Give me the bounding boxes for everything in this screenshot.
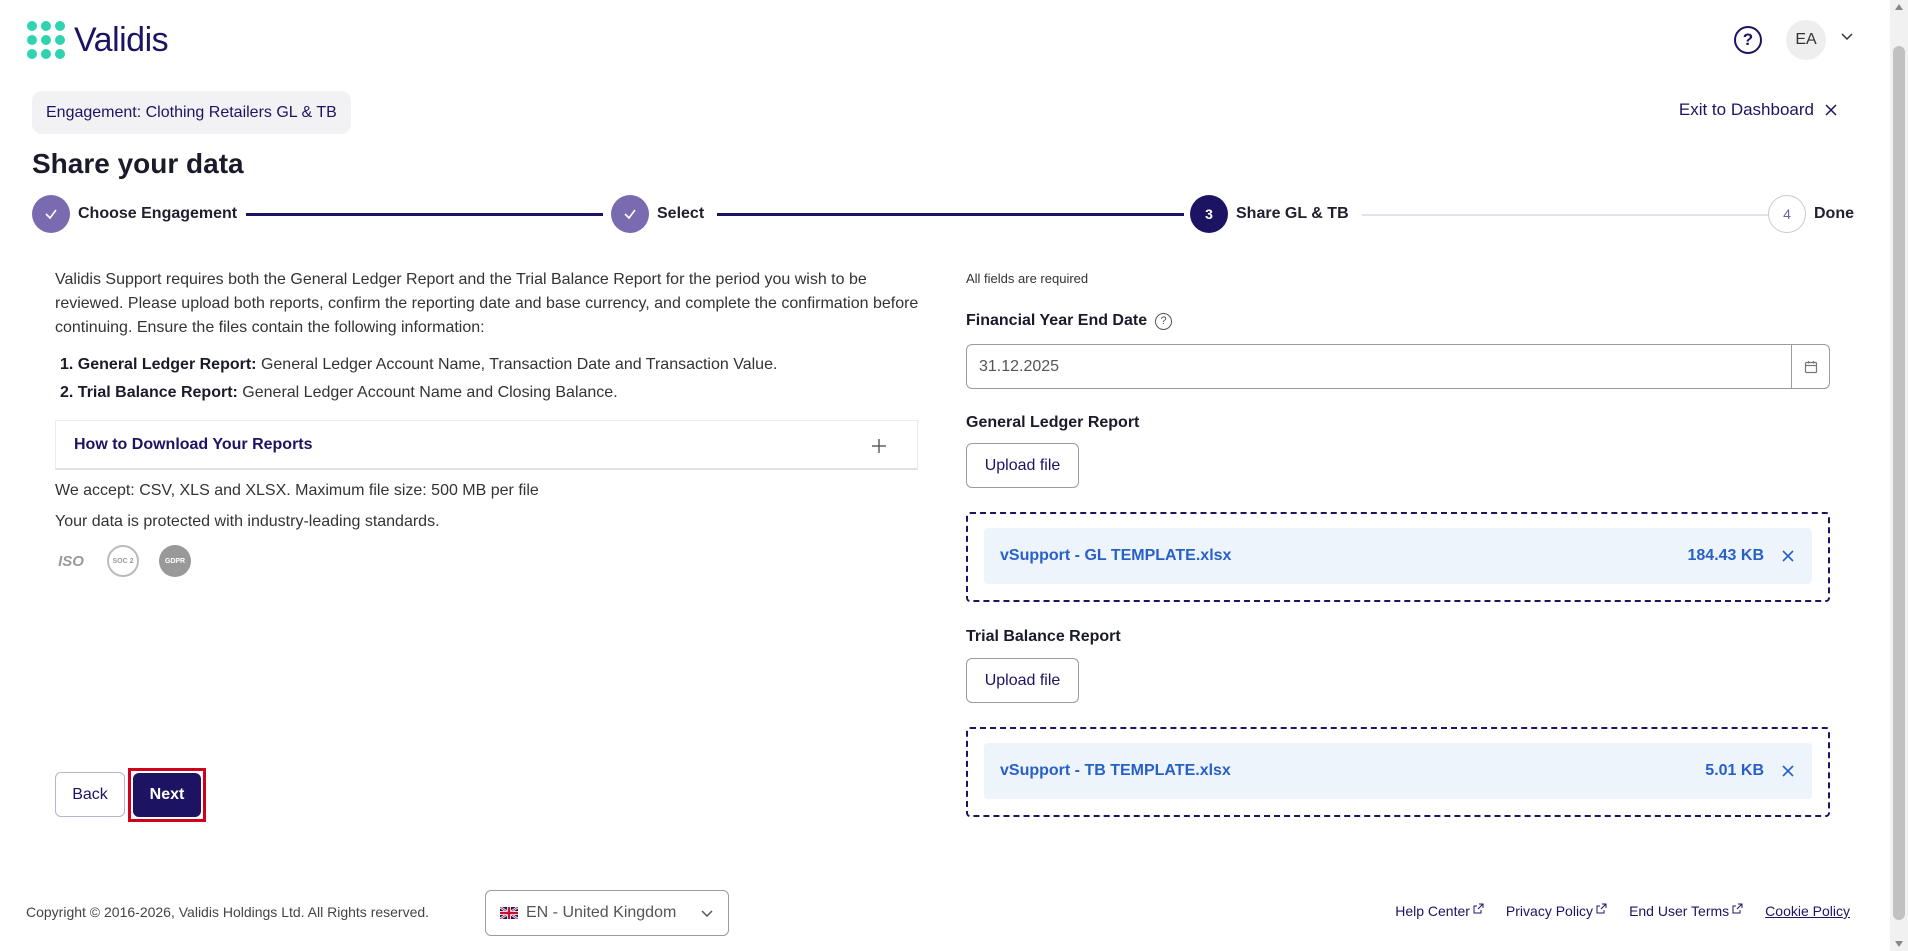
chevron-down-icon[interactable]	[1840, 30, 1854, 44]
plus-icon	[872, 439, 886, 453]
list-item: 1. General Ledger Report: General Ledger…	[60, 356, 777, 374]
privacy-policy-link[interactable]: Privacy Policy	[1506, 903, 1607, 919]
scroll-up-arrow-icon[interactable]	[1895, 4, 1903, 10]
tb-drop-zone[interactable]: vSupport - TB TEMPLATE.xlsx 5.01 KB	[966, 727, 1830, 817]
exit-label: Exit to Dashboard	[1678, 100, 1814, 119]
item-title: Trial Balance Report:	[77, 384, 238, 401]
language-select[interactable]: EN - United Kingdom	[485, 890, 729, 936]
exit-to-dashboard-link[interactable]: Exit to Dashboard	[1679, 100, 1838, 120]
fye-date-input[interactable]	[967, 345, 1791, 388]
question-circle-icon: ?	[1742, 30, 1754, 49]
end-user-terms-link[interactable]: End User Terms	[1629, 903, 1743, 919]
brand-name: Validis	[74, 20, 169, 59]
scroll-thumb[interactable]	[1893, 46, 1905, 920]
iso-badge-icon: ISO	[58, 552, 84, 570]
close-icon	[1825, 104, 1837, 116]
top-bar: Validis ? EA	[0, 0, 1890, 80]
calendar-button[interactable]	[1791, 345, 1829, 388]
help-button[interactable]: ?	[1734, 26, 1762, 54]
next-button[interactable]: Next	[133, 773, 201, 817]
download-reports-accordion[interactable]: How to Download Your Reports	[55, 420, 918, 470]
item-title: General Ledger Report:	[77, 356, 257, 373]
step-label: Select	[657, 205, 705, 222]
remove-file-icon[interactable]	[1780, 548, 1796, 564]
soc2-badge-icon: SOC 2	[107, 545, 139, 577]
item-prefix: 1.	[60, 356, 74, 373]
page-title: Share your data	[32, 148, 244, 179]
fye-date-field[interactable]	[966, 344, 1830, 389]
remove-file-icon[interactable]	[1780, 763, 1796, 779]
step-done: 4 Done	[1768, 195, 1854, 233]
help-center-link[interactable]: Help Center	[1395, 903, 1484, 919]
step-number: 4	[1768, 195, 1806, 233]
page-scrollbar[interactable]	[1890, 0, 1908, 951]
fye-label: Financial Year End Date ?	[966, 312, 1173, 330]
requirements-list: 1. General Ledger Report: General Ledger…	[60, 356, 777, 412]
external-link-icon	[1596, 903, 1607, 914]
gl-drop-zone[interactable]: vSupport - GL TEMPLATE.xlsx 184.43 KB	[966, 512, 1830, 602]
copyright-text: Copyright © 2016-2026, Validis Holdings …	[26, 904, 430, 920]
progress-stepper: Choose Engagement Select 3 Share GL & TB…	[32, 195, 1856, 233]
step-number: 3	[1190, 195, 1228, 233]
external-link-icon	[1732, 903, 1743, 914]
gl-upload-button[interactable]: Upload file	[966, 443, 1079, 488]
step-connector-3	[1362, 214, 1786, 216]
item-prefix: 2.	[60, 384, 74, 401]
footer-links: Help Center Privacy Policy End User Term…	[1395, 903, 1850, 919]
data-protection-text: Your data is protected with industry-lea…	[55, 513, 440, 530]
validis-logo-mark-icon	[27, 21, 65, 59]
question-circle-icon[interactable]: ?	[1155, 312, 1173, 330]
chevron-down-icon	[701, 910, 713, 918]
accepted-formats-text: We accept: CSV, XLS and XLSX. Maximum fi…	[55, 482, 539, 499]
check-icon	[611, 195, 649, 233]
link-label: Help Center	[1395, 903, 1470, 919]
file-name[interactable]: vSupport - TB TEMPLATE.xlsx	[1000, 762, 1705, 780]
language-value: EN - United Kingdom	[526, 904, 677, 921]
item-text: General Ledger Account Name, Transaction…	[260, 356, 778, 373]
link-label: End User Terms	[1629, 903, 1730, 919]
scroll-down-arrow-icon[interactable]	[1895, 941, 1903, 947]
certification-badges: ISO SOC 2 GDPR	[55, 545, 191, 577]
step-choose-engagement: Choose Engagement	[32, 195, 237, 233]
calendar-icon	[1804, 360, 1817, 373]
fye-label-text: Financial Year End Date	[966, 312, 1148, 329]
tb-file-row: vSupport - TB TEMPLATE.xlsx 5.01 KB	[984, 743, 1812, 799]
link-label: Privacy Policy	[1505, 903, 1594, 919]
gdpr-badge-icon: GDPR	[159, 545, 191, 577]
list-item: 2. Trial Balance Report: General Ledger …	[60, 384, 777, 402]
uk-flag-icon	[500, 907, 518, 919]
step-label: Share GL & TB	[1236, 205, 1349, 222]
tb-report-label: Trial Balance Report	[966, 628, 1121, 645]
engagement-chip: Engagement: Clothing Retailers GL & TB	[32, 91, 351, 134]
check-icon	[32, 195, 70, 233]
item-text: General Ledger Account Name and Closing …	[242, 384, 618, 401]
intro-text: Validis Support requires both the Genera…	[55, 271, 919, 336]
file-size: 5.01 KB	[1705, 762, 1764, 779]
tb-upload-button[interactable]: Upload file	[966, 658, 1079, 703]
step-share-gl-tb: 3 Share GL & TB	[1190, 195, 1349, 233]
gl-file-row: vSupport - GL TEMPLATE.xlsx 184.43 KB	[984, 528, 1812, 584]
file-name[interactable]: vSupport - GL TEMPLATE.xlsx	[1000, 547, 1688, 565]
gl-report-label: General Ledger Report	[966, 414, 1140, 431]
validis-logo[interactable]: Validis	[26, 20, 169, 60]
file-size: 184.43 KB	[1687, 547, 1765, 564]
cookie-policy-link[interactable]: Cookie Policy	[1765, 903, 1850, 919]
user-avatar[interactable]: EA	[1786, 20, 1826, 60]
back-button[interactable]: Back	[55, 772, 125, 817]
accordion-title: How to Download Your Reports	[74, 435, 313, 453]
required-note: All fields are required	[966, 271, 1089, 286]
step-connector-2	[717, 213, 1184, 216]
step-label: Choose Engagement	[78, 205, 238, 222]
step-select: Select	[611, 195, 704, 233]
external-link-icon	[1473, 903, 1484, 914]
step-connector-1	[246, 213, 603, 216]
step-label: Done	[1814, 205, 1854, 222]
